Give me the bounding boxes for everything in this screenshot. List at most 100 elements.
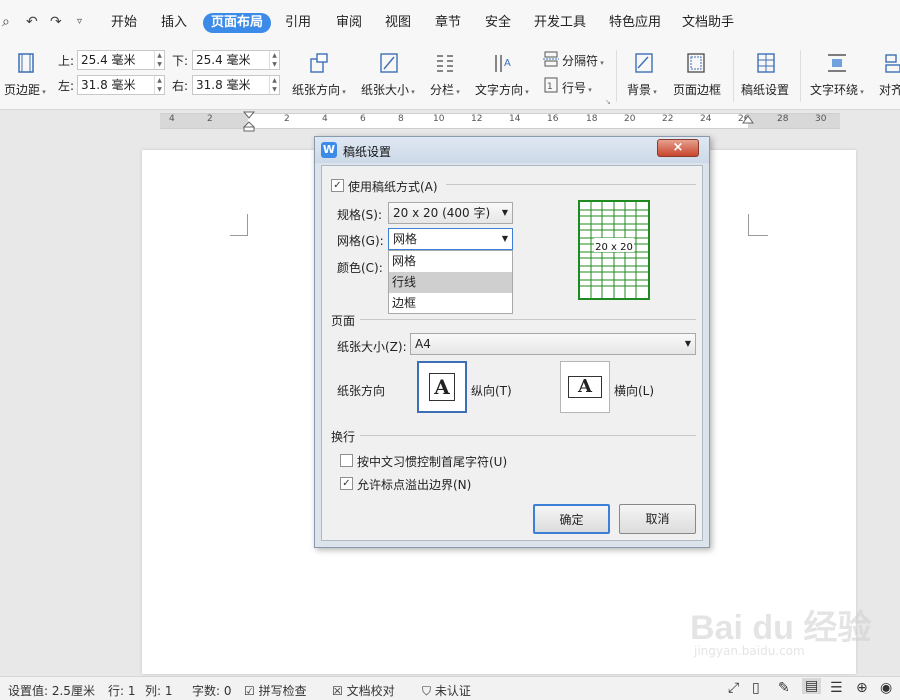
fullscreen-icon[interactable]: ⤢ <box>728 680 739 696</box>
portrait-label[interactable]: 纵向(T) <box>471 382 512 399</box>
spell-check-label: 拼写检查 <box>258 684 307 698</box>
background-icon <box>635 53 653 73</box>
text-direction-button[interactable]: 文字方向 ▾ <box>475 81 529 98</box>
chinese-rule-checkbox[interactable] <box>340 454 353 467</box>
line-number-button[interactable]: 行号 ▾ <box>562 79 592 96</box>
tab-home[interactable]: 开始 <box>104 13 144 33</box>
page-section-label: 页面 <box>331 314 356 328</box>
grid-option-grid[interactable]: 网格 <box>389 251 512 272</box>
bottom-margin-input[interactable]: 25.4 毫米 ▲ ▼ <box>192 50 280 70</box>
grid-value: 网格 <box>393 232 418 246</box>
left-margin-input[interactable]: 31.8 毫米 ▲ ▼ <box>77 75 165 95</box>
manuscript-preview: 20 x 20 <box>578 200 650 300</box>
grid-option-lines[interactable]: 行线 <box>389 272 512 293</box>
ruler-tick: 20 <box>624 114 636 124</box>
landscape-page-icon: A <box>568 376 602 398</box>
bottom-margin-label: 下: <box>172 54 189 68</box>
right-margin-input[interactable]: 31.8 毫米 ▲ ▼ <box>192 75 280 95</box>
cancel-button[interactable]: 取消 <box>619 504 696 534</box>
ruler-tick: 4 <box>322 114 328 124</box>
tab-security[interactable]: 安全 <box>478 13 518 33</box>
allow-punct-checkbox[interactable]: ✓ <box>340 477 353 490</box>
paper-size-button[interactable]: 纸张大小 ▾ <box>361 81 415 98</box>
paper-size-dialog-label: 纸张大小(Z): <box>337 340 407 354</box>
margin-button[interactable]: 页边距 ▾ <box>4 81 46 98</box>
status-word-count[interactable]: 字数: 0 <box>192 682 232 699</box>
close-icon[interactable]: × <box>657 139 699 157</box>
web-view-icon[interactable]: ⊕ <box>856 680 868 696</box>
align-button[interactable]: 对齐 <box>879 81 900 98</box>
tab-special-apps[interactable]: 特色应用 <box>605 13 665 33</box>
spec-select[interactable]: 20 x 20 (400 字) ▼ <box>388 202 513 224</box>
group-expand-icon[interactable]: ↘ <box>605 98 611 106</box>
tab-view[interactable]: 视图 <box>378 13 418 33</box>
text-wrap-button[interactable]: 文字环绕 ▾ <box>810 81 864 98</box>
spin-arrows-icon[interactable]: ▲ ▼ <box>269 76 279 94</box>
text-direction-label: 文字方向 <box>475 83 524 97</box>
proofread-button[interactable]: ☒ 文档校对 <box>332 682 395 699</box>
redo-icon[interactable]: ↷ <box>50 14 62 30</box>
chevron-down-icon: ▼ <box>501 208 508 217</box>
indent-marker-icon[interactable] <box>243 110 255 132</box>
section-divider <box>446 184 696 185</box>
dialog-titlebar[interactable]: W 稿纸设置 × <box>315 137 709 163</box>
tab-review[interactable]: 审阅 <box>329 13 369 33</box>
landscape-option[interactable]: A <box>560 361 610 413</box>
spin-arrows-icon[interactable]: ▲ ▼ <box>154 76 164 94</box>
undo-icon[interactable]: ↶ <box>26 14 38 30</box>
columns-button[interactable]: 分栏 ▾ <box>430 81 460 98</box>
columns-icon <box>437 55 453 72</box>
use-manuscript-checkbox[interactable]: ✓ <box>331 179 344 192</box>
certification-status[interactable]: ⛉ 未认证 <box>422 682 471 699</box>
paper-size-select[interactable]: A4 ▼ <box>410 333 696 355</box>
bottom-margin-value: 25.4 毫米 <box>196 53 251 67</box>
top-margin-input[interactable]: 25.4 毫米 ▲ ▼ <box>77 50 165 70</box>
wps-logo-icon: W <box>321 142 337 158</box>
allow-punct-label: 允许标点溢出边界(N) <box>357 478 472 492</box>
spec-label: 规格(S): <box>337 208 383 222</box>
ribbon-divider <box>733 50 734 102</box>
tab-page-layout[interactable]: 页面布局 <box>203 13 271 33</box>
orientation-button[interactable]: 纸张方向 ▾ <box>292 81 346 98</box>
background-button[interactable]: 背景 ▾ <box>627 81 657 98</box>
status-row: 行: 1 <box>108 684 136 698</box>
tab-section[interactable]: 章节 <box>428 13 468 33</box>
status-setting-value: 设置值: 2.5厘米 <box>8 684 95 698</box>
ok-button[interactable]: 确定 <box>533 504 610 534</box>
grid-option-border[interactable]: 边框 <box>389 293 512 314</box>
right-indent-marker-icon[interactable] <box>742 112 754 128</box>
landscape-label[interactable]: 横向(L) <box>614 382 654 399</box>
proofread-icon: ☒ <box>332 684 343 698</box>
separator-button[interactable]: 分隔符 ▾ <box>562 52 604 69</box>
separator-label: 分隔符 <box>562 54 599 68</box>
right-margin-value: 31.8 毫米 <box>196 78 251 92</box>
line-number-icon: 1 <box>544 77 558 93</box>
spell-check-button[interactable]: ☑ 拼写检查 <box>244 682 307 699</box>
tab-developer[interactable]: 开发工具 <box>530 13 590 33</box>
spin-arrows-icon[interactable]: ▲ ▼ <box>269 51 279 69</box>
reading-mode-icon[interactable]: ▯ <box>752 680 760 696</box>
grid-select[interactable]: 网格 ▼ <box>388 228 513 250</box>
horizontal-ruler[interactable]: 4 2 2 4 6 8 10 12 14 16 18 20 22 24 26 2… <box>0 110 900 132</box>
page-border-button[interactable]: 页面边框 <box>673 81 721 98</box>
ruler-tick: 2 <box>207 114 213 124</box>
manuscript-button[interactable]: 稿纸设置 <box>741 81 789 98</box>
spin-arrows-icon[interactable]: ▲ ▼ <box>154 51 164 69</box>
eye-protection-icon[interactable]: ◉ <box>880 680 892 696</box>
quick-access-dropdown-icon[interactable]: ▿ <box>77 14 82 30</box>
portrait-option[interactable]: A <box>417 361 467 413</box>
edit-mode-icon[interactable]: ✎ <box>778 680 790 696</box>
section-divider <box>360 435 696 436</box>
tab-doc-assistant[interactable]: 文档助手 <box>678 13 738 33</box>
spec-value: 20 x 20 (400 字) <box>393 206 491 220</box>
ruler-tick: 10 <box>433 114 445 124</box>
wrap-section-label: 换行 <box>331 430 356 444</box>
watermark-url: jingyan.baidu.com <box>694 644 805 658</box>
outline-view-icon[interactable]: ☰ <box>830 680 843 696</box>
print-preview-icon[interactable]: ⌕ <box>2 14 10 30</box>
ribbon: 页边距 ▾ 上: 25.4 毫米 ▲ ▼ 左: 31.8 毫米 ▲ ▼ 下: 25.4 … <box>0 44 900 110</box>
tab-insert[interactable]: 插入 <box>154 13 194 33</box>
page-view-icon[interactable]: ▤ <box>802 678 822 694</box>
tab-references[interactable]: 引用 <box>278 13 318 33</box>
preview-size-text: 20 x 20 <box>595 242 633 253</box>
